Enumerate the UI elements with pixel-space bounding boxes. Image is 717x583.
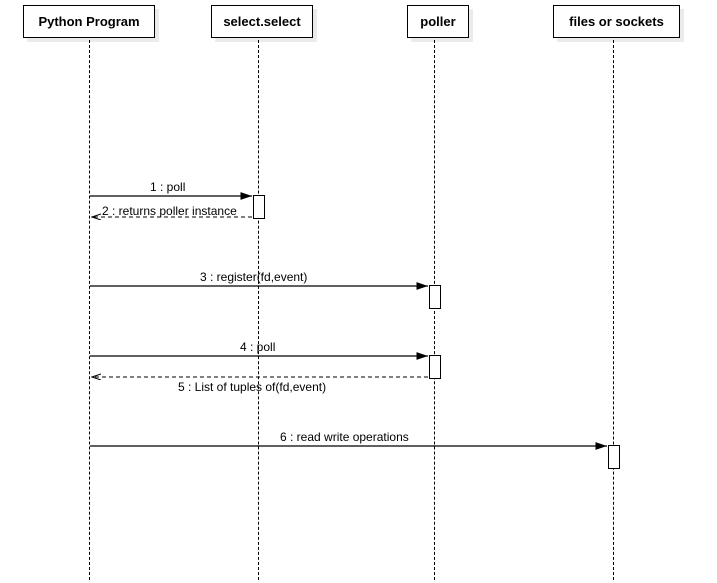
activation-poller-3: [429, 285, 441, 309]
msg-3-label: 3 : register(fd,event): [200, 270, 307, 284]
participant-poller: poller: [407, 5, 469, 38]
msg-5-label: 5 : List of tuples of(fd,event): [178, 380, 326, 394]
participant-python-program: Python Program: [23, 5, 155, 38]
lifeline-files-or-sockets: [613, 40, 614, 580]
lifeline-python-program: [89, 40, 90, 580]
msg-2-label: 2 : returns poller instance: [102, 204, 237, 218]
arrows-layer: [0, 0, 717, 583]
lifeline-poller: [434, 40, 435, 580]
activation-select-1: [253, 195, 265, 219]
msg-1-label: 1 : poll: [150, 180, 185, 194]
participant-select-select: select.select: [211, 5, 313, 38]
activation-files-6: [608, 445, 620, 469]
msg-4-label: 4 : poll: [240, 340, 275, 354]
lifeline-select-select: [258, 40, 259, 580]
activation-poller-4: [429, 355, 441, 379]
participant-files-or-sockets: files or sockets: [553, 5, 680, 38]
msg-6-label: 6 : read write operations: [280, 430, 409, 444]
